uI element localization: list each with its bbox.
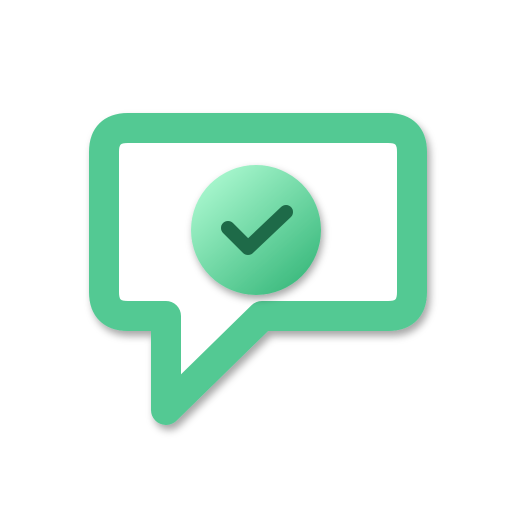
chat-bubble-check-icon [89, 113, 427, 425]
app-icon-canvas [0, 0, 512, 512]
check-badge-circle [191, 165, 321, 295]
check-badge [191, 165, 321, 295]
